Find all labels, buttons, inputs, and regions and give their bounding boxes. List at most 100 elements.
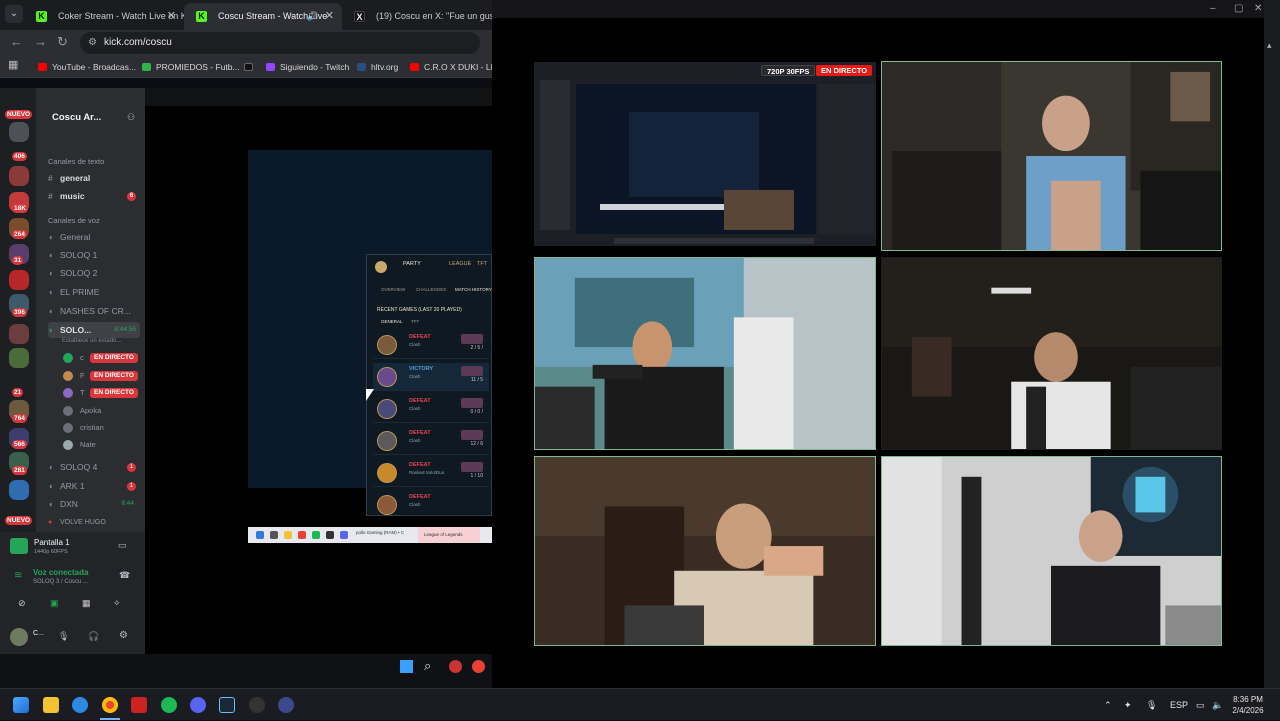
items-icon (461, 462, 483, 472)
voice-channel[interactable]: ◖ SOLOQ 1 (48, 247, 140, 263)
voice-channel[interactable]: ◖ SOLOQ 41 (48, 459, 140, 475)
match-row[interactable]: DEFEAT Clash 12 / 6 (373, 427, 489, 455)
app-icon[interactable] (449, 660, 462, 673)
voice-channel[interactable]: ◖ SOLOQ 2 (48, 265, 140, 281)
count-badge: 1 (127, 482, 136, 491)
bookmark-twitch[interactable]: Siguiendo - Twitch (266, 60, 349, 74)
windows-start-icon[interactable] (13, 697, 29, 713)
match-row[interactable]: DEFEAT Clash 0 / 0 / (373, 395, 489, 423)
microphone-icon[interactable]: 🎙 (58, 631, 69, 642)
kick-stream-player[interactable]: – ▢ ✕ 720P 30FPS EN DIRECTO (492, 0, 1264, 688)
steam-tray-icon[interactable]: ✦ (1124, 689, 1132, 721)
share-screen-icon[interactable]: ▣ (50, 598, 64, 610)
chrome-icon[interactable] (102, 697, 118, 713)
chevron-up-icon[interactable]: ⌃ (1104, 689, 1112, 721)
minimize-icon[interactable]: – (1210, 3, 1216, 14)
server-name[interactable]: Coscu Ar... (52, 112, 101, 123)
lol-subtab-challenges[interactable]: CHALLENGES (416, 287, 446, 292)
server-icon[interactable] (9, 324, 29, 344)
site-info-icon[interactable]: ⚙ (88, 32, 97, 54)
file-explorer-icon[interactable] (43, 697, 59, 713)
match-row[interactable]: DEFEAT Ranked Solo/Duo 1 / 10 (373, 459, 489, 487)
bookmark-youtube[interactable]: YouTube - Broadcas... (38, 60, 136, 74)
voice-channels-category[interactable]: Canales de voz (48, 216, 100, 225)
server-icon[interactable] (9, 480, 29, 500)
server-icon[interactable] (9, 270, 29, 290)
channel-general[interactable]: # general (48, 170, 140, 186)
filter-general[interactable]: GENERAL (381, 319, 403, 324)
network-icon[interactable]: ▭ (1196, 689, 1205, 721)
close-tab-icon[interactable]: ✕ (325, 3, 334, 30)
camera-off-icon[interactable]: ⊘ (18, 598, 32, 610)
tab-coscu-stream[interactable]: K Coscu Stream - Watch Live 🔊 ✕ (184, 3, 342, 30)
page-scrollbar[interactable]: ▴ (1264, 0, 1280, 688)
speaker-icon: ◖ (48, 268, 54, 278)
app-icon[interactable] (131, 697, 147, 713)
mouse-cursor (366, 389, 374, 401)
voice-channel[interactable]: ● VOLVE HUGO (48, 515, 140, 531)
system-clock[interactable]: 8:36 PM 2/4/2026 (1226, 694, 1270, 716)
discord-icon[interactable] (190, 697, 206, 713)
app-icon[interactable] (249, 697, 265, 713)
edge-icon[interactable] (72, 697, 88, 713)
lol-subtab-match-history[interactable]: MATCH HISTORY (455, 287, 492, 292)
channel-music[interactable]: # music 6 (48, 188, 140, 204)
tab-search-button[interactable]: ⌄ (5, 5, 23, 23)
items-icon (461, 334, 483, 344)
filter-tft[interactable]: TFT (411, 319, 419, 324)
bookmark-duki[interactable]: C.R.O X DUKI - LEX (410, 60, 502, 74)
screen-share-quality: 1440p 60FPS (34, 549, 68, 555)
voice-channel[interactable]: ◖ DXN 8:44 (48, 496, 140, 512)
settings-gear-icon[interactable]: ⚙ (119, 630, 128, 641)
spotify-icon[interactable] (161, 697, 177, 713)
popout-icon[interactable]: ▭ (118, 540, 127, 551)
items-icon (461, 430, 483, 440)
tab-coscu-x[interactable]: X (19) Coscu en X: "Fue un gusto (342, 3, 492, 30)
match-row[interactable]: DEFEAT Clash (373, 491, 489, 519)
match-row[interactable]: VICTORY Clash 11 / 5 (373, 363, 489, 391)
signal-icon: ≋ (14, 570, 23, 581)
url-input[interactable]: ⚙ kick.com/coscu (80, 32, 480, 54)
user-avatar[interactable] (10, 628, 28, 646)
server-icon[interactable] (9, 122, 29, 142)
username: C... (33, 630, 44, 637)
server-icon[interactable] (9, 166, 29, 186)
voice-channel[interactable]: ◖ NASHES OF CR... (48, 303, 140, 319)
text-channels-category[interactable]: Canales de texto (48, 157, 104, 166)
forward-arrow-icon[interactable]: → (34, 34, 47, 49)
soundboard-icon[interactable]: ✧ (113, 598, 127, 610)
maximize-icon[interactable]: ▢ (1234, 3, 1243, 14)
reload-icon[interactable]: ↻ (57, 34, 68, 50)
microphone-icon[interactable]: 🎙 (1146, 689, 1157, 721)
bookmark-hltv[interactable]: hltv.org (357, 60, 398, 74)
voice-connected-channel[interactable]: SOLOQ 3 / Coscu ... (33, 579, 88, 585)
back-arrow-icon[interactable]: ← (10, 34, 23, 49)
close-window-icon[interactable]: ✕ (1254, 3, 1262, 14)
activity-icon[interactable]: ▦ (82, 598, 96, 610)
app-icon[interactable] (278, 697, 294, 713)
disconnect-icon[interactable]: ☎ (119, 570, 130, 581)
language-indicator[interactable]: ESP (1170, 689, 1188, 721)
lol-tab-league[interactable]: LEAGUE (449, 261, 471, 267)
voice-channel[interactable]: ◖ ARK 11 (48, 478, 140, 494)
windows-start-icon[interactable] (400, 660, 413, 673)
lol-tab-party[interactable]: PARTY (403, 261, 421, 267)
volume-icon[interactable]: 🔈 (1212, 689, 1223, 721)
speaker-icon[interactable]: 🔊 (307, 3, 318, 30)
headphones-icon[interactable]: 🎧 (88, 631, 99, 642)
server-icon[interactable] (9, 348, 29, 368)
chrome-icon[interactable] (472, 660, 485, 673)
bookmark-promiedos[interactable]: PROMIEDOS - Futb... (142, 60, 240, 74)
voice-channel-active[interactable]: ◖ SOLO... 8:44:56 (48, 322, 140, 338)
match-row[interactable]: DEFEAT Clash 2 / 5 / (373, 331, 489, 359)
close-tab-icon[interactable]: ✕ (167, 3, 176, 30)
search-icon[interactable]: ⌕ (424, 658, 431, 674)
steam-icon[interactable] (219, 697, 235, 713)
voice-channel[interactable]: ◖ General (48, 229, 140, 245)
lol-subtab-overview[interactable]: OVERVIEW (381, 287, 405, 292)
tab-coker-stream[interactable]: K Coker Stream - Watch Live on K ✕ (24, 3, 184, 30)
voice-channel[interactable]: ◖ EL PRIME (48, 284, 140, 300)
lol-tab-tft[interactable]: TFT (477, 261, 487, 267)
apps-grid-icon[interactable]: ▦ (8, 58, 18, 71)
add-friend-icon[interactable]: ⚇ (127, 112, 135, 123)
